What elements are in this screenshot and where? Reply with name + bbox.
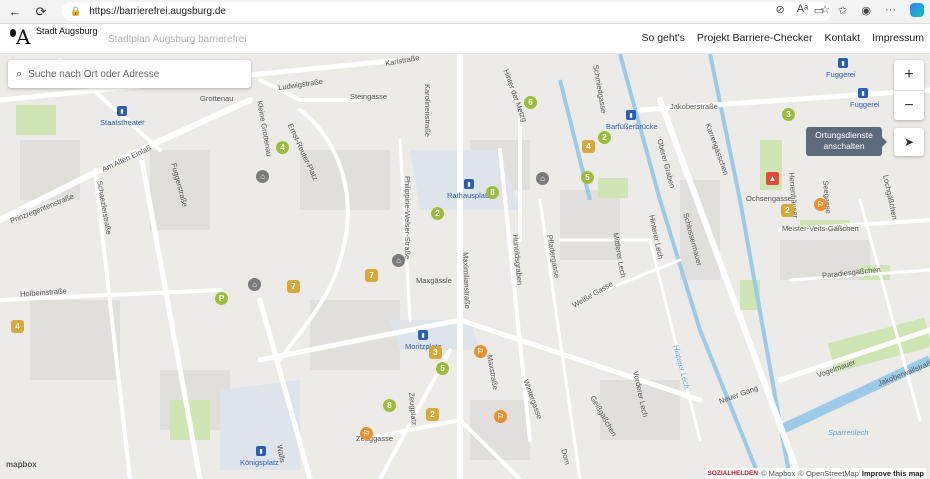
place-koenigsplatz[interactable]: Königsplatz: [240, 458, 279, 467]
street-label: Grottenau: [200, 94, 234, 103]
street-label: Meister-Veits-Gäßchen: [782, 224, 859, 233]
url-text: https://barrierefrei.augsburg.de: [89, 6, 226, 17]
restaurant-marker-icon[interactable]: ⚐: [474, 345, 487, 358]
map-marker[interactable]: 4: [276, 141, 289, 154]
tracking-icon[interactable]: ⊘: [775, 3, 784, 16]
tooltip-line1: Ortungsdienste: [815, 130, 873, 140]
nav-kontakt[interactable]: Kontakt: [824, 32, 860, 44]
transit-stop-icon[interactable]: ▮: [626, 110, 636, 120]
improve-map-link[interactable]: Improve this map: [862, 469, 924, 478]
place-staatstheater[interactable]: Staatstheater: [100, 118, 145, 127]
church-marker-icon[interactable]: ▲: [766, 172, 779, 185]
restaurant-marker-icon[interactable]: ⚐: [360, 427, 373, 440]
nav-barriere-checker[interactable]: Projekt Barriere-Checker: [697, 32, 813, 44]
street-label: Maxgässle: [416, 276, 452, 285]
zoom-out-button[interactable]: −: [894, 90, 924, 120]
zoom-controls: + −: [894, 60, 924, 120]
map-canvas[interactable]: Ludwigstraße Grottenau Karlstraße Steing…: [0, 54, 930, 479]
lock-icon: 🔒: [70, 6, 82, 16]
site-nav: So geht's Projekt Barriere-Checker Konta…: [641, 32, 924, 44]
read-aloud-icon[interactable]: Aᵃ: [797, 3, 808, 16]
place-barfuesser[interactable]: Barfüßerbrücke: [606, 122, 658, 131]
nav-so-gehts[interactable]: So geht's: [641, 32, 684, 44]
place-sparrenlech: Sparrenlech: [828, 428, 869, 437]
accessibility-marker-icon[interactable]: ⌂: [392, 254, 405, 267]
tooltip-line2: anschalten: [823, 141, 865, 151]
search-icon: ⌕: [16, 67, 23, 80]
street-label: Ochsengasse: [746, 194, 792, 203]
locate-tooltip: Ortungsdienste anschalten: [806, 127, 887, 156]
accessibility-marker-icon[interactable]: ⌂: [536, 172, 549, 185]
map-marker[interactable]: 7: [365, 269, 378, 282]
transit-stop-icon[interactable]: ▮: [256, 446, 266, 456]
locate-button[interactable]: ➤: [894, 128, 924, 156]
reload-icon[interactable]: ⟳: [30, 1, 52, 23]
street-label: Jakoberstraße: [670, 102, 718, 111]
place-fuggerei-1[interactable]: Fuggerei: [826, 70, 856, 79]
city-logo[interactable]: A: [16, 27, 30, 47]
favorites-icon[interactable]: ✩: [838, 4, 847, 17]
back-arrow-icon[interactable]: ←: [4, 1, 26, 23]
map-marker[interactable]: 2: [598, 131, 611, 144]
nav-impressum[interactable]: Impressum: [872, 32, 924, 44]
transit-stop-icon[interactable]: ▮: [838, 58, 848, 68]
map-marker[interactable]: 2: [781, 204, 794, 217]
map-marker[interactable]: 4: [11, 320, 24, 333]
restaurant-marker-icon[interactable]: ⚐: [814, 198, 827, 211]
accessibility-marker-icon[interactable]: ⌂: [248, 278, 261, 291]
location-arrow-icon: ➤: [903, 135, 915, 149]
map-marker[interactable]: 3: [782, 108, 795, 121]
extensions-icon[interactable]: ◉: [861, 4, 871, 17]
site-title: Stadtplan Augsburg barrierefrei: [108, 34, 247, 45]
map-marker[interactable]: 5: [436, 362, 449, 375]
map-marker-parking[interactable]: P: [215, 292, 228, 305]
copilot-icon[interactable]: [910, 3, 924, 17]
street-label: Steingasse: [350, 92, 388, 101]
zoom-in-button[interactable]: +: [894, 60, 924, 90]
transit-stop-icon[interactable]: ▮: [464, 179, 474, 189]
map-marker[interactable]: 5: [581, 171, 594, 184]
map-marker[interactable]: 8: [383, 399, 396, 412]
map-marker[interactable]: 7: [287, 280, 300, 293]
street-label: Philippine-Welser-Straße: [403, 176, 412, 260]
place-fuggerei-2[interactable]: Fuggerei: [850, 100, 880, 109]
map-attribution: SOZIALHELDEN © Mapbox © OpenStreetMap Im…: [705, 468, 926, 479]
sozialhelden-logo[interactable]: SOZIALHELDEN: [707, 470, 758, 477]
map-marker[interactable]: 2: [426, 408, 439, 421]
search-input[interactable]: ⌕ Suche nach Ort oder Adresse: [8, 60, 251, 88]
map-marker[interactable]: 2: [431, 207, 444, 220]
transit-stop-icon[interactable]: ▮: [858, 88, 868, 98]
map-marker[interactable]: 6: [524, 96, 537, 109]
city-name[interactable]: Stadt Augsburg: [36, 26, 98, 36]
transit-stop-icon[interactable]: ▮: [117, 106, 127, 116]
split-screen-icon[interactable]: ▭: [814, 4, 824, 17]
accessibility-marker-icon[interactable]: ⌂: [256, 170, 269, 183]
mapbox-link[interactable]: © Mapbox: [761, 469, 795, 478]
more-icon[interactable]: ···: [885, 4, 896, 16]
search-placeholder: Suche nach Ort oder Adresse: [28, 68, 160, 80]
transit-stop-icon[interactable]: ▮: [418, 330, 428, 340]
mapbox-logo[interactable]: mapbox: [6, 460, 37, 469]
osm-link[interactable]: © OpenStreetMap: [798, 469, 859, 478]
street-label: Maximilianstraße: [461, 252, 472, 309]
restaurant-marker-icon[interactable]: ⚐: [494, 410, 507, 423]
map-marker[interactable]: 8: [486, 186, 499, 199]
browser-actions: ▭ ✩ ◉ ···: [814, 3, 924, 17]
street-label: Karolinenstraße: [423, 84, 432, 137]
place-rathausplatz[interactable]: Rathausplatz: [447, 191, 491, 200]
map-marker[interactable]: 4: [582, 140, 595, 153]
address-bar[interactable]: 🔒 https://barrierefrei.augsburg.de: [62, 2, 832, 21]
map-marker[interactable]: 3: [429, 346, 442, 359]
